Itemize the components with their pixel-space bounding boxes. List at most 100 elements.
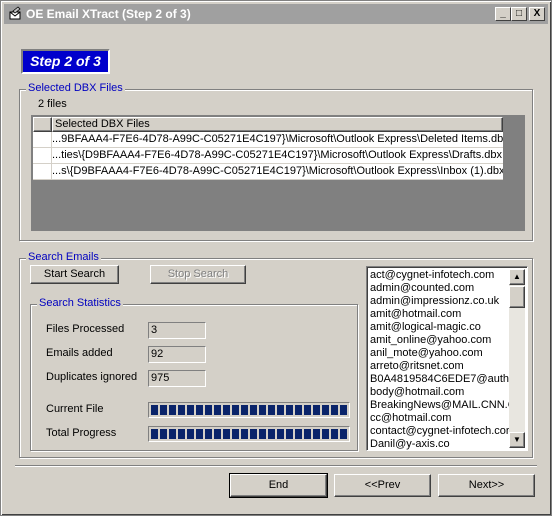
email-list[interactable]: act@cygnet-infotech.com admin@counted.com… bbox=[366, 266, 528, 451]
progress-block bbox=[151, 405, 158, 415]
maximize-icon: □ bbox=[515, 8, 523, 19]
progress-block bbox=[268, 429, 275, 439]
progress-block bbox=[286, 429, 293, 439]
progress-block bbox=[187, 429, 194, 439]
scroll-up-button[interactable]: ▲ bbox=[509, 269, 525, 285]
list-item[interactable]: contact@cygnet-infotech.cor bbox=[370, 425, 510, 438]
list-item[interactable]: anil_mote@yahoo.com bbox=[370, 347, 510, 360]
title-bar[interactable]: OE Email XTract (Step 2 of 3) _ □ X bbox=[4, 4, 548, 24]
list-item[interactable]: act@cygnet-infotech.com bbox=[370, 269, 510, 282]
dbx-file-count: 2 files bbox=[38, 98, 67, 110]
progress-block bbox=[331, 429, 338, 439]
table-row[interactable]: ...9BFAAA4-F7E6-4D78-A99C-C05271E4C197}\… bbox=[33, 132, 503, 148]
close-icon: X bbox=[533, 8, 541, 19]
end-label: End bbox=[268, 479, 289, 491]
progress-block bbox=[295, 429, 302, 439]
dbx-file-list[interactable]: Selected DBX Files ...9BFAAA4-F7E6-4D78-… bbox=[31, 115, 525, 231]
scroll-up-icon: ▲ bbox=[513, 272, 521, 281]
progress-block bbox=[178, 429, 185, 439]
table-row[interactable]: ...s\{D9BFAAA4-F7E6-4D78-A99C-C05271E4C1… bbox=[33, 164, 503, 180]
list-item[interactable]: B0A4819584C6EDE7@autho bbox=[370, 373, 510, 386]
progress-block bbox=[331, 405, 338, 415]
list-item[interactable]: amit_online@yahoo.com bbox=[370, 334, 510, 347]
progress-block bbox=[304, 429, 311, 439]
scroll-thumb[interactable] bbox=[509, 286, 525, 308]
progress-block bbox=[169, 429, 176, 439]
progress-block bbox=[160, 405, 167, 415]
close-button[interactable]: X bbox=[529, 7, 545, 21]
scroll-down-icon: ▼ bbox=[513, 435, 521, 444]
start-search-label: Start Search bbox=[43, 268, 106, 280]
files-processed-value: 3 bbox=[148, 322, 206, 339]
progress-block bbox=[259, 429, 266, 439]
footer-separator bbox=[15, 465, 537, 467]
progress-block bbox=[286, 405, 293, 415]
column-header-files[interactable]: Selected DBX Files bbox=[52, 117, 503, 132]
progress-block bbox=[322, 405, 329, 415]
app-window: OE Email XTract (Step 2 of 3) _ □ X Step… bbox=[0, 0, 552, 516]
prev-label: <<Prev bbox=[364, 479, 401, 491]
current-file-progress-bar bbox=[148, 402, 350, 418]
progress-block bbox=[277, 429, 284, 439]
progress-block bbox=[232, 405, 239, 415]
progress-block bbox=[223, 429, 230, 439]
search-group-label: Search Emails bbox=[26, 251, 101, 263]
progress-block bbox=[340, 429, 347, 439]
list-item[interactable]: Danil@y-axis.co bbox=[370, 438, 510, 451]
progress-block bbox=[187, 405, 194, 415]
email-list-scrollbar[interactable]: ▲ ▼ bbox=[509, 269, 525, 448]
stop-search-button[interactable]: Stop Search bbox=[150, 265, 246, 284]
progress-block bbox=[160, 429, 167, 439]
progress-block bbox=[241, 405, 248, 415]
duplicates-ignored-label: Duplicates ignored bbox=[46, 371, 138, 383]
step-badge: Step 2 of 3 bbox=[21, 49, 110, 74]
list-item[interactable]: BreakingNews@MAIL.CNN.C bbox=[370, 399, 510, 412]
dbx-group-label: Selected DBX Files bbox=[26, 82, 125, 94]
stop-search-label: Stop Search bbox=[167, 268, 229, 280]
progress-block bbox=[295, 405, 302, 415]
dbx-file-path: ...ties\{D9BFAAA4-F7E6-4D78-A99C-C05271E… bbox=[52, 149, 502, 161]
minimize-icon: _ bbox=[500, 8, 506, 19]
stats-group-label: Search Statistics bbox=[37, 297, 123, 309]
list-item[interactable]: arreto@ritsnet.com bbox=[370, 360, 510, 373]
progress-block bbox=[232, 429, 239, 439]
list-item[interactable]: cc@hotmail.com bbox=[370, 412, 510, 425]
end-button[interactable]: End bbox=[230, 474, 327, 497]
progress-block bbox=[304, 405, 311, 415]
progress-block bbox=[340, 405, 347, 415]
progress-block bbox=[151, 429, 158, 439]
progress-block bbox=[214, 405, 221, 415]
progress-block bbox=[250, 429, 257, 439]
list-item[interactable]: amit@logical-magic.co bbox=[370, 321, 510, 334]
total-progress-label: Total Progress bbox=[46, 427, 117, 439]
progress-block bbox=[214, 429, 221, 439]
header-blank bbox=[33, 117, 52, 132]
progress-block bbox=[241, 429, 248, 439]
next-button[interactable]: Next>> bbox=[438, 474, 535, 497]
prev-button[interactable]: <<Prev bbox=[334, 474, 431, 497]
emails-added-label: Emails added bbox=[46, 347, 113, 359]
list-item[interactable]: body@hotmail.com bbox=[370, 386, 510, 399]
scroll-down-button[interactable]: ▼ bbox=[509, 432, 525, 448]
maximize-button[interactable]: □ bbox=[511, 7, 527, 21]
progress-block bbox=[277, 405, 284, 415]
table-row[interactable]: ...ties\{D9BFAAA4-F7E6-4D78-A99C-C05271E… bbox=[33, 148, 503, 164]
progress-block bbox=[196, 429, 203, 439]
progress-block bbox=[178, 405, 185, 415]
files-processed-label: Files Processed bbox=[46, 323, 125, 335]
dbx-file-path: ...9BFAAA4-F7E6-4D78-A99C-C05271E4C197}\… bbox=[52, 133, 503, 145]
current-file-label: Current File bbox=[46, 403, 104, 415]
progress-block bbox=[196, 405, 203, 415]
start-search-button[interactable]: Start Search bbox=[30, 265, 119, 284]
list-item[interactable]: admin@impressionz.co.uk bbox=[370, 295, 510, 308]
duplicates-ignored-value: 975 bbox=[148, 370, 206, 387]
list-item[interactable]: admin@counted.com bbox=[370, 282, 510, 295]
progress-block bbox=[313, 429, 320, 439]
progress-block bbox=[250, 405, 257, 415]
minimize-button[interactable]: _ bbox=[495, 7, 511, 21]
list-header: Selected DBX Files bbox=[33, 117, 503, 132]
progress-block bbox=[223, 405, 230, 415]
list-item[interactable]: amit@hotmail.com bbox=[370, 308, 510, 321]
app-icon bbox=[9, 6, 21, 20]
total-progress-bar bbox=[148, 426, 350, 442]
